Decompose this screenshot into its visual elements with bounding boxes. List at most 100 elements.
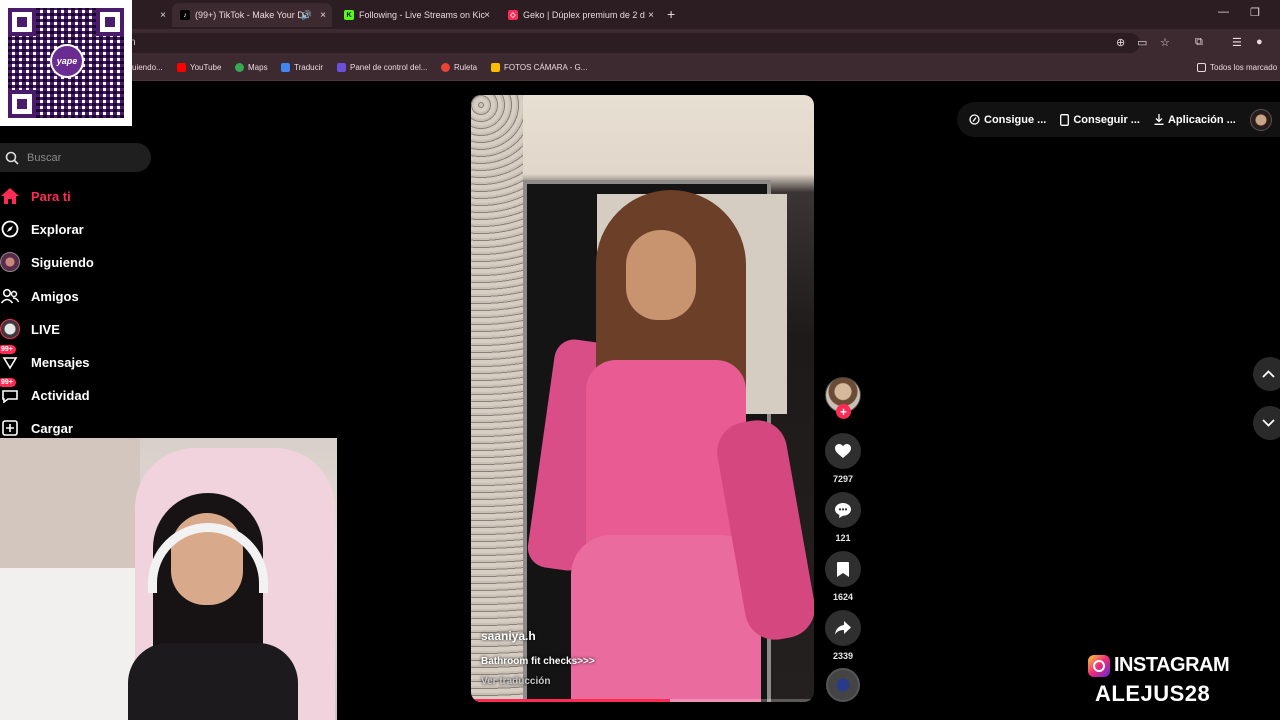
kick-favicon-icon: K <box>344 10 354 20</box>
bookmarks-bar: uiendo... YouTube Maps Traducir Panel de… <box>0 57 1280 81</box>
all-bookmarks[interactable]: Todos los marcado <box>1197 63 1277 72</box>
extensions-icon[interactable]: ⧉ <box>1195 36 1203 49</box>
sidebar-item-explorar[interactable]: Explorar <box>0 216 84 242</box>
save-button[interactable] <box>825 551 861 587</box>
like-count: 7297 <box>832 474 854 484</box>
address-bar: n <box>0 29 1280 57</box>
minimize-icon[interactable]: — <box>1218 6 1229 18</box>
close-tab-icon[interactable]: × <box>484 10 490 21</box>
next-video-button[interactable] <box>1253 406 1280 440</box>
follow-button[interactable]: + <box>836 404 851 419</box>
youtube-icon <box>177 63 186 72</box>
video-progress[interactable] <box>471 699 814 702</box>
cast-icon[interactable]: ▭ <box>1137 36 1147 49</box>
previous-video-button[interactable] <box>1253 357 1280 391</box>
bookmark-item[interactable]: uiendo... <box>132 63 163 72</box>
video-progress-fill <box>471 699 670 702</box>
tab-partial[interactable]: × <box>132 3 172 27</box>
tab-title: (99+) TikTok - Make Your Da <box>195 10 309 20</box>
instagram-overlay: INSTAGRAM <box>1088 654 1230 677</box>
qr-pattern: yape <box>8 8 124 118</box>
airbnb-favicon-icon: ◇ <box>508 10 518 20</box>
speaker-icon[interactable]: 🔊 <box>301 10 312 21</box>
coin-icon <box>969 114 980 125</box>
live-icon <box>0 319 20 339</box>
download-app-button[interactable]: Aplicación ... <box>1154 114 1236 126</box>
streamer <box>118 493 308 720</box>
sidebar-item-live[interactable]: LIVE <box>0 316 60 342</box>
new-tab-button[interactable]: + <box>667 6 675 22</box>
get-app-button[interactable]: Conseguir ... <box>1060 114 1140 126</box>
save-count: 1624 <box>832 592 854 602</box>
instagram-label: INSTAGRAM <box>1114 654 1230 676</box>
search-input[interactable]: Buscar <box>0 143 151 172</box>
bookmark-translate[interactable]: Traducir <box>281 63 323 72</box>
friends-icon <box>0 286 20 306</box>
sidebar-item-para-ti[interactable]: Para ti <box>0 183 71 209</box>
chevron-up-icon <box>1262 370 1275 378</box>
get-coins-button[interactable]: Consigue ... <box>969 114 1046 126</box>
url-field[interactable]: n <box>120 33 1140 53</box>
bookmark-panel[interactable]: Panel de control del... <box>337 63 427 72</box>
sidebar-item-mensajes[interactable]: 99+ Mensajes <box>0 345 90 375</box>
instagram-handle: ALEJUS28 <box>1095 681 1211 706</box>
sidebar-item-siguiendo[interactable]: Siguiendo <box>0 249 94 275</box>
folder-icon <box>1197 63 1206 72</box>
activity-icon: 99+ <box>0 378 20 405</box>
avatar-icon <box>0 252 20 272</box>
bookmark-youtube[interactable]: YouTube <box>177 63 221 72</box>
qr-finder <box>8 90 36 118</box>
search-icon <box>5 151 19 165</box>
share-count: 2339 <box>832 651 854 661</box>
zoom-icon[interactable]: ⊕ <box>1116 36 1125 49</box>
drive-icon <box>491 63 500 72</box>
top-actions-bar: Consigue ... Conseguir ... Aplicación ..… <box>957 102 1280 137</box>
menu-icon[interactable]: ☰ <box>1232 36 1242 49</box>
like-button[interactable] <box>825 433 861 469</box>
video-player[interactable]: saaniya.h Bathroom fit checks>>> Ver tra… <box>471 95 814 702</box>
comment-icon <box>835 502 851 518</box>
share-icon <box>835 621 851 635</box>
messages-badge: 99+ <box>0 345 16 354</box>
profile-icon[interactable]: ● <box>1256 36 1263 48</box>
video-description: Bathroom fit checks>>> <box>481 656 595 667</box>
music-disc[interactable] <box>826 668 860 702</box>
yape-logo: yape <box>50 44 84 78</box>
chevron-down-icon <box>1262 419 1275 427</box>
translate-link[interactable]: Ver traducción <box>481 676 550 687</box>
tab-kick[interactable]: K Following - Live Streams on Kic × <box>336 3 496 27</box>
video-author[interactable]: saaniya.h <box>481 629 536 643</box>
twitch-icon <box>337 63 346 72</box>
qr-finder <box>8 8 36 36</box>
sidebar-item-amigos[interactable]: Amigos <box>0 283 79 309</box>
bookmark-maps[interactable]: Maps <box>235 63 268 72</box>
comment-button[interactable] <box>825 492 861 528</box>
user-avatar[interactable] <box>1250 109 1272 131</box>
bookmark-drive[interactable]: FOTOS CÁMARA - G... <box>491 63 587 72</box>
wheel-icon <box>441 63 450 72</box>
bookmark-star-icon[interactable]: ☆ <box>1160 36 1170 49</box>
close-tab-icon[interactable]: × <box>160 10 166 21</box>
qr-code: yape <box>0 0 132 126</box>
restore-icon[interactable]: ❐ <box>1250 6 1260 19</box>
upload-icon <box>0 418 20 438</box>
tab-tiktok[interactable]: ♪ (99+) TikTok - Make Your Da 🔊 × <box>172 3 332 27</box>
qr-finder <box>96 8 124 36</box>
translate-icon <box>281 63 290 72</box>
bookmark-ruleta[interactable]: Ruleta <box>441 63 477 72</box>
comment-count: 121 <box>835 533 851 543</box>
maps-icon <box>235 63 244 72</box>
sidebar-item-actividad[interactable]: 99+ Actividad <box>0 378 90 408</box>
instagram-icon <box>1088 654 1110 677</box>
tab-title: Geko | Dúplex premium de 2 d <box>523 10 645 20</box>
close-tab-icon[interactable]: × <box>648 10 654 21</box>
tab-geko[interactable]: ◇ Geko | Dúplex premium de 2 d × <box>500 3 660 27</box>
close-tab-icon[interactable]: × <box>320 10 326 21</box>
download-icon <box>1154 114 1164 125</box>
message-icon: 99+ <box>0 345 20 372</box>
browser-tab-bar: × ♪ (99+) TikTok - Make Your Da 🔊 × K Fo… <box>0 0 1280 29</box>
bookmark-icon <box>837 561 849 577</box>
compass-icon <box>0 219 20 239</box>
tiktok-favicon-icon: ♪ <box>180 10 190 20</box>
share-button[interactable] <box>825 610 861 646</box>
